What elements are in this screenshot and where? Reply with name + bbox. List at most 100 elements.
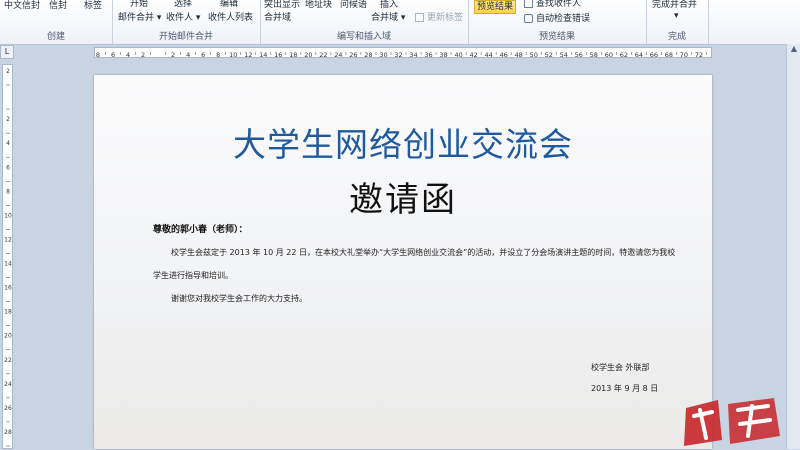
watermark-logo: [684, 398, 780, 446]
group-create: 中文信封 信封 标签 创建: [0, 0, 113, 44]
h-ruler-tick-label: 6: [111, 51, 115, 59]
h-ruler-tick-label: 70: [680, 51, 688, 59]
horizontal-ruler[interactable]: 8 6 4 2 2 4 6 8 10 12 14 16 18 20 22 24 26 28 30 32 34 36 38 40…: [94, 47, 712, 59]
auto-check-errors-label: 自动检查错误: [536, 14, 591, 24]
h-ruler-tick-label: 54: [560, 51, 568, 59]
group-label-finish: 完成: [667, 32, 686, 42]
finish-merge-dropdown[interactable]: ▾: [674, 11, 679, 21]
scroll-up-icon[interactable]: ▲: [787, 44, 800, 56]
h-ruler-tick-label: 40: [454, 51, 462, 59]
h-ruler-tick-label: 4: [126, 51, 130, 59]
v-ruler-tick-label: 16: [4, 285, 12, 292]
signature-date: 2013 年 9 月 8 日: [591, 384, 659, 393]
v-ruler-tick-label: 18: [4, 309, 12, 316]
h-ruler-tick-label: 14: [259, 51, 267, 59]
v-ruler-tick-label: 24: [4, 381, 12, 388]
auto-check-errors-button[interactable]: 自动检查错误: [524, 11, 590, 24]
h-ruler-tick-label: 4: [186, 51, 190, 59]
h-ruler-tick-label: 44: [484, 51, 492, 59]
vertical-scrollbar[interactable]: ▲: [786, 44, 800, 449]
h-ruler-tick-label: 48: [515, 51, 523, 59]
signature-organization: 校学生会 外联部: [591, 363, 650, 372]
h-ruler-tick-label: 20: [304, 51, 312, 59]
v-ruler-tick-label: 12: [4, 236, 12, 243]
v-ruler-tick-label: 10: [4, 212, 12, 219]
v-ruler-tick-label: 28: [4, 429, 12, 436]
h-ruler-tick-label: 24: [334, 51, 342, 59]
group-label-start-merge: 开始邮件合并: [158, 32, 213, 42]
h-ruler-tick-label: 12: [244, 51, 252, 59]
document-title: 大学生网络创业交流会: [233, 125, 573, 164]
highlight-fields-button[interactable]: 突出显示: [264, 0, 300, 10]
greeting-line-button[interactable]: 问候语: [340, 0, 367, 10]
h-ruler-tick-label: 8: [96, 51, 100, 59]
v-ruler-tick-label: 4: [6, 140, 10, 147]
h-ruler-tick-label: 52: [545, 51, 553, 59]
h-ruler-tick-label: 6: [201, 51, 205, 59]
h-ruler-tick-label: 42: [469, 51, 477, 59]
h-ruler-tick-label: 32: [394, 51, 402, 59]
find-recipient-icon: [524, 0, 533, 8]
v-ruler-tick-label: 2: [6, 68, 10, 75]
merge-fields-button[interactable]: 合并域: [264, 10, 291, 23]
recipient-list-button[interactable]: 收件人列表: [208, 10, 253, 23]
h-ruler-tick-label: 18: [289, 51, 297, 59]
recipients-dropdown[interactable]: 收件人 ▾: [166, 10, 200, 23]
envelope-button[interactable]: 信封: [49, 0, 67, 11]
preview-results-button[interactable]: 预览结果: [474, 0, 516, 14]
update-labels-icon: [415, 13, 424, 22]
ribbon: 中文信封 信封 标签 创建 开始 选择 编辑 邮件合并 ▾ 收件人 ▾ 收件人列…: [0, 0, 800, 45]
h-ruler-tick-label: 22: [319, 51, 327, 59]
address-block-button[interactable]: 地址块: [305, 0, 332, 10]
v-ruler-tick-label: 26: [4, 405, 12, 412]
group-start-merge: 开始 选择 编辑 邮件合并 ▾ 收件人 ▾ 收件人列表 开始邮件合并: [112, 0, 261, 44]
v-ruler-tick-label: 2: [6, 116, 10, 123]
update-labels-button[interactable]: 更新标签: [415, 10, 463, 23]
group-label-create: 创建: [46, 32, 65, 42]
insert-label[interactable]: 插入: [380, 0, 398, 10]
h-ruler-tick-label: 64: [635, 51, 643, 59]
update-labels-label: 更新标签: [427, 13, 464, 23]
body-paragraph-2: 谢谢您对我校学生会工作的大力支持。: [171, 294, 307, 303]
edit-list-button[interactable]: 编辑: [220, 0, 238, 9]
check-errors-icon: [524, 14, 533, 23]
group-preview: 预览结果 查找收件人 自动检查错误 预览结果: [468, 0, 647, 44]
h-ruler-tick-label: 72: [695, 51, 703, 59]
insert-merge-field-dropdown[interactable]: 合并域 ▾: [371, 10, 405, 23]
h-ruler-tick-label: 34: [409, 51, 417, 59]
finish-merge-button[interactable]: 完成并合并: [652, 0, 697, 10]
salutation: 尊敬的郭小春（老师）：: [153, 225, 248, 235]
h-ruler-tick-label: 28: [364, 51, 372, 59]
h-ruler-tick-label: 26: [349, 51, 357, 59]
mail-merge-dropdown[interactable]: 邮件合并 ▾: [118, 10, 161, 23]
vertical-ruler-ticks: 2246810121416182022242628: [4, 68, 12, 447]
horizontal-ruler-ticks: 8 6 4 2 2 4 6 8 10 12 14 16 18 20 22 24 26 28 30 32 34 36 38 40…: [96, 51, 707, 59]
h-ruler-tick-label: 62: [620, 51, 628, 59]
group-label-write-insert: 编写和插入域: [336, 32, 391, 42]
chinese-envelope-button[interactable]: 中文信封: [4, 0, 40, 11]
h-ruler-tick-label: 10: [229, 51, 237, 59]
h-ruler-tick-label: 36: [424, 51, 432, 59]
h-ruler-tick-label: 58: [590, 51, 598, 59]
h-ruler-tick-label: 2: [141, 51, 145, 59]
document-subtitle: 邀请函: [349, 180, 457, 220]
v-ruler-tick-label: 22: [4, 357, 12, 364]
h-ruler-tick-label: 50: [530, 51, 538, 59]
h-ruler-tick-label: 38: [439, 51, 447, 59]
h-ruler-tick-label: 56: [575, 51, 583, 59]
body-paragraph-1: 校学生会兹定于 2013 年 10 月 22 日，在本校大礼堂举办“大学生网络创…: [171, 248, 676, 257]
v-ruler-tick-label: 14: [4, 261, 12, 268]
h-ruler-tick-label: 16: [274, 51, 282, 59]
labels-button[interactable]: 标签: [84, 0, 102, 11]
document-page[interactable]: 大学生网络创业交流会 邀请函 尊敬的郭小春（老师）： 校学生会兹定于 2013 …: [94, 75, 712, 449]
h-ruler-tick-label: 8: [216, 51, 220, 59]
v-ruler-tick-label: 8: [6, 188, 10, 195]
vertical-ruler[interactable]: 2 2 4 6 8 10 12 14 16 18 20 22 24 26 28: [2, 64, 13, 449]
select-recipients-button[interactable]: 选择: [174, 0, 192, 9]
find-recipient-button[interactable]: 查找收件人: [524, 0, 581, 9]
group-label-preview: 预览结果: [538, 32, 575, 42]
start-merge-button[interactable]: 开始: [130, 0, 148, 9]
group-write-insert: 突出显示 地址块 问候语 插入 合并域 合并域 ▾ 更新标签 编写和插入域: [260, 0, 469, 44]
h-ruler-tick-label: 30: [379, 51, 387, 59]
tab-selector[interactable]: L: [0, 45, 14, 59]
